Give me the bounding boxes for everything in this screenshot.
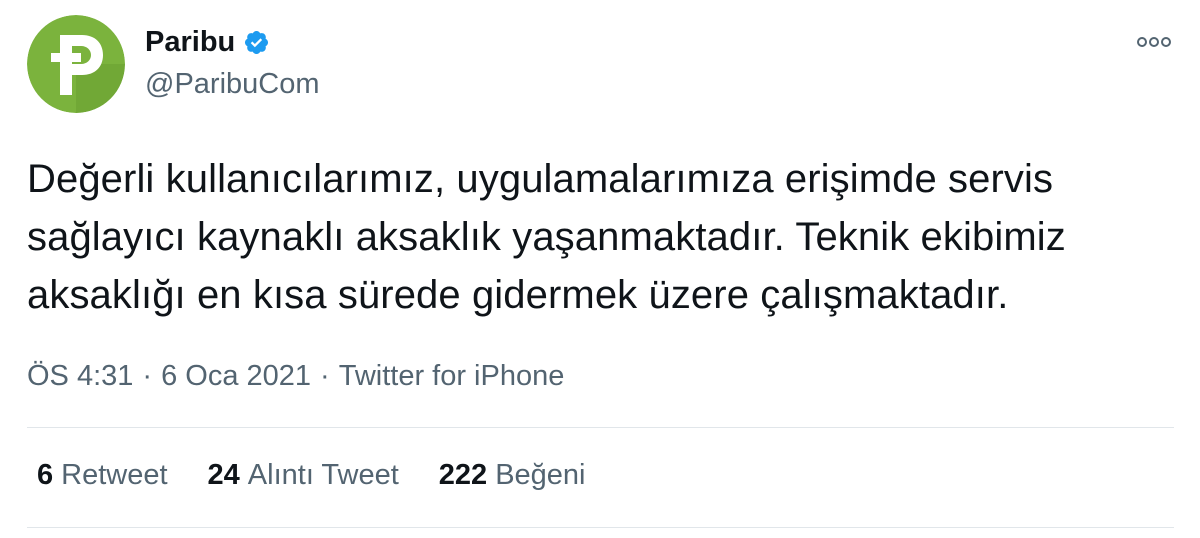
tweet-date[interactable]: 6 Oca 2021 xyxy=(161,360,311,393)
tweet-time[interactable]: ÖS 4:31 xyxy=(27,360,133,393)
author-name-row[interactable]: Paribu xyxy=(145,26,270,59)
paribu-logo-icon xyxy=(27,15,125,113)
avatar[interactable] xyxy=(27,15,125,113)
tweet-meta: ÖS 4:31 · 6 Oca 2021 · Twitter for iPhon… xyxy=(27,360,564,393)
verified-badge-icon xyxy=(243,29,270,56)
divider xyxy=(27,427,1174,428)
tweet-text-line: Değerli kullanıcılarımız, uygulamalarımı… xyxy=(27,157,1054,201)
divider xyxy=(27,527,1174,528)
meta-separator: · xyxy=(142,360,153,392)
quote-tweets-stat[interactable]: 24 Alıntı Tweet xyxy=(208,459,399,492)
stat-label: Retweet xyxy=(61,459,168,491)
author-handle[interactable]: @ParibuCom xyxy=(145,68,320,101)
tweet-text-line: sağlayıcı kaynaklı aksaklık yaşanmaktadı… xyxy=(27,215,1066,259)
more-options-button[interactable] xyxy=(1136,30,1172,54)
stat-count: 6 xyxy=(37,459,54,491)
stat-label: Beğeni xyxy=(495,459,586,491)
stat-count: 24 xyxy=(207,459,240,491)
tweet-text-line: aksaklığı en kısa sürede gidermek üzere … xyxy=(27,273,1009,317)
more-options-icon xyxy=(1137,37,1171,47)
tweet-source[interactable]: Twitter for iPhone xyxy=(339,360,565,393)
stat-label: Alıntı Tweet xyxy=(247,459,399,491)
author-name[interactable]: Paribu xyxy=(145,26,235,59)
retweets-stat[interactable]: 6 Retweet xyxy=(37,459,168,492)
meta-separator: · xyxy=(320,360,330,392)
likes-stat[interactable]: 222 Beğeni xyxy=(439,459,586,492)
stat-count: 222 xyxy=(438,459,488,491)
tweet-text: Değerli kullanıcılarımız, uygulamalarımı… xyxy=(27,150,1177,324)
tweet-stats: 6 Retweet 24 Alıntı Tweet 222 Beğeni xyxy=(37,459,626,492)
